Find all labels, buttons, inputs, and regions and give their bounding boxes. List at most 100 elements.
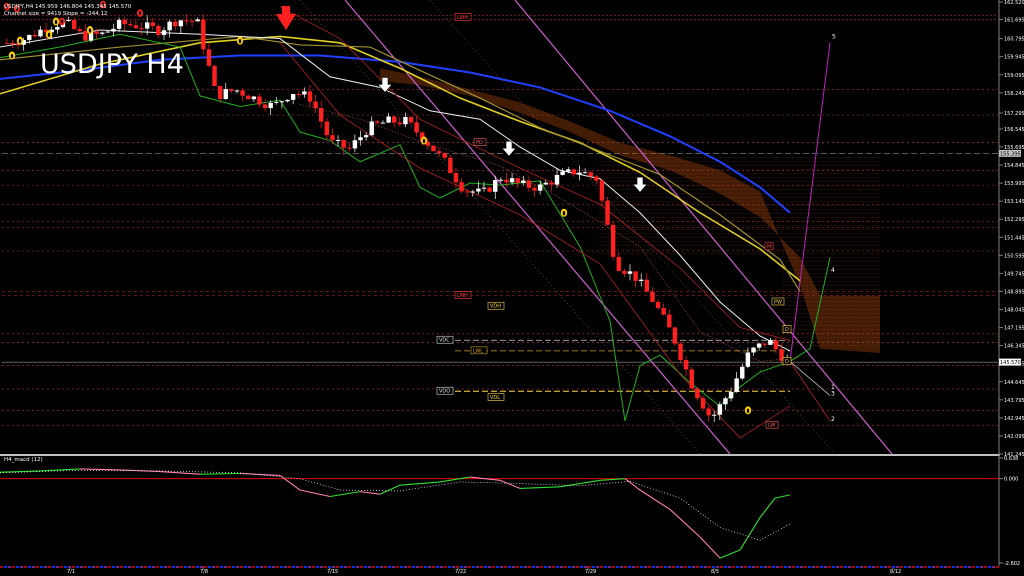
cloud-dot	[788, 289, 790, 290]
cloud-dot	[827, 257, 829, 258]
cloud-dot	[800, 325, 802, 326]
cloud-dot	[644, 237, 646, 238]
cloud-dot	[626, 181, 628, 182]
cloud-dot	[803, 265, 805, 266]
cloud-dot	[833, 313, 835, 314]
cloud-dot	[758, 165, 760, 166]
cloud-dot	[848, 233, 850, 234]
cloud-dot	[653, 177, 655, 178]
cloud-dot	[689, 177, 691, 178]
cloud-dot	[806, 233, 808, 234]
cloud-dot	[620, 177, 622, 178]
cloud-dot	[605, 249, 607, 250]
cloud-dot	[770, 237, 772, 238]
cloud-dot	[692, 169, 694, 170]
cloud-dot	[611, 165, 613, 166]
cloud-dot	[632, 209, 634, 210]
cloud-dot	[761, 181, 763, 182]
cloud-dot	[800, 197, 802, 198]
cloud-dot	[830, 245, 832, 246]
cloud-dot	[812, 237, 814, 238]
cloud-dot	[797, 265, 799, 266]
price-tick-label: 158.245	[1004, 91, 1024, 97]
cloud-dot	[815, 181, 817, 182]
cloud-dot	[869, 257, 871, 258]
cloud-dot	[851, 217, 853, 218]
cloud-dot	[653, 193, 655, 194]
cloud-dot	[776, 157, 778, 158]
cloud-dot	[857, 317, 859, 318]
cloud-dot	[863, 173, 865, 174]
cloud-dot	[602, 229, 604, 230]
cloud-dot	[875, 273, 877, 274]
cloud-dot	[812, 189, 814, 190]
cloud-dot	[842, 185, 844, 186]
cloud-dot	[755, 229, 757, 230]
cloud-dot	[827, 333, 829, 334]
cloud-dot	[701, 237, 703, 238]
time-strip-cell	[984, 566, 987, 568]
cloud-dot	[863, 233, 865, 234]
cloud-dot	[671, 157, 673, 158]
cloud-dot	[836, 317, 838, 318]
cloud-dot	[815, 253, 817, 254]
cloud-dot	[623, 213, 625, 214]
cloud-dot	[842, 265, 844, 266]
cloud-dot	[851, 337, 853, 338]
cloud-dot	[812, 185, 814, 186]
cloud-dot	[803, 337, 805, 338]
cloud-dot	[785, 221, 787, 222]
candle-body	[167, 21, 172, 31]
cloud-dot	[614, 181, 616, 182]
cloud-dot	[845, 217, 847, 218]
cloud-dot	[647, 185, 649, 186]
time-strip-cell	[952, 566, 955, 568]
wave-label-4: 4	[831, 267, 835, 274]
cloud-dot	[710, 197, 712, 198]
cloud-dot	[677, 157, 679, 158]
cloud-dot	[737, 245, 739, 246]
price-chart[interactable]: 162.520161.695160.795159.945159.095158.2…	[0, 0, 1024, 576]
cloud-dot	[800, 321, 802, 322]
cloud-dot	[797, 261, 799, 262]
cloud-dot	[803, 189, 805, 190]
cloud-dot	[839, 289, 841, 290]
cloud-dot	[788, 245, 790, 246]
cloud-dot	[824, 249, 826, 250]
cloud-dot	[872, 333, 874, 334]
cloud-dot	[680, 157, 682, 158]
cloud-dot	[788, 265, 790, 266]
cloud-dot	[689, 233, 691, 234]
time-strip-cell	[476, 566, 479, 568]
cloud-dot	[842, 221, 844, 222]
cloud-dot	[644, 189, 646, 190]
cloud-dot	[794, 237, 796, 238]
candle-body	[77, 29, 82, 32]
cloud-dot	[629, 201, 631, 202]
cloud-dot	[695, 221, 697, 222]
cloud-dot	[806, 273, 808, 274]
cloud-dot	[632, 165, 634, 166]
cloud-dot	[776, 241, 778, 242]
cloud-dot	[662, 157, 664, 158]
cloud-dot	[878, 245, 880, 246]
cloud-dot	[878, 277, 880, 278]
cloud-dot	[827, 317, 829, 318]
cloud-dot	[842, 337, 844, 338]
cloud-dot	[683, 213, 685, 214]
cloud-dot	[665, 233, 667, 234]
cloud-dot	[632, 213, 634, 214]
cloud-dot	[848, 205, 850, 206]
time-strip-cell	[356, 566, 359, 568]
cloud-dot	[806, 261, 808, 262]
cloud-dot	[773, 213, 775, 214]
cloud-dot	[767, 189, 769, 190]
price-tick-label: 149.745	[1004, 271, 1024, 277]
cloud-dot	[860, 317, 862, 318]
cloud-dot	[812, 273, 814, 274]
cloud-dot	[743, 157, 745, 158]
cloud-dot	[854, 261, 856, 262]
cloud-dot	[839, 305, 841, 306]
cloud-dot	[650, 217, 652, 218]
candle-body	[341, 140, 346, 148]
